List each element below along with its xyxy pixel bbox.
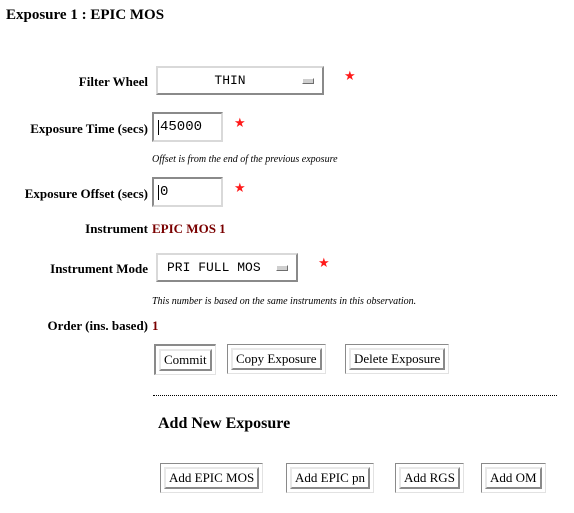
add-epic-mos-button[interactable]: Add EPIC MOS [164, 467, 260, 489]
add-om-button[interactable]: Add OM [485, 467, 542, 489]
copy-exposure-button[interactable]: Copy Exposure [231, 348, 322, 370]
dropdown-indicator-icon [276, 264, 288, 271]
page-title: Exposure 1 : EPIC MOS [6, 7, 165, 23]
filter-wheel-value: THIN [214, 73, 246, 88]
instrument-mode-value: PRI FULL MOS [167, 260, 261, 275]
required-star-icon: ★ [344, 68, 356, 83]
exposure-time-value: 45000 [160, 119, 203, 135]
filter-wheel-select[interactable]: THIN [156, 66, 324, 95]
add-epic-pn-button-frame: Add EPIC pn [286, 463, 375, 493]
instrument-label: Instrument [85, 221, 148, 236]
add-new-exposure-heading: Add New Exposure [158, 415, 291, 432]
exposure-offset-label: Exposure Offset (secs) [24, 186, 148, 201]
exposure-offset-input[interactable]: 0 [152, 177, 223, 207]
text-cursor [158, 119, 159, 135]
section-divider [153, 395, 557, 396]
exposure-offset-value: 0 [160, 184, 169, 200]
delete-exposure-button[interactable]: Delete Exposure [349, 348, 446, 370]
required-star-icon: ★ [234, 180, 246, 195]
filter-wheel-label: Filter Wheel [78, 74, 148, 89]
exposure-time-input[interactable]: 45000 [152, 112, 223, 142]
required-star-icon: ★ [318, 255, 330, 270]
commit-button-frame: Commit [154, 344, 216, 375]
add-rgs-button[interactable]: Add RGS [399, 467, 460, 489]
add-rgs-button-frame: Add RGS [395, 463, 464, 493]
add-epic-pn-button[interactable]: Add EPIC pn [290, 467, 371, 489]
add-epic-mos-button-frame: Add EPIC MOS [160, 463, 264, 493]
delete-exposure-button-frame: Delete Exposure [345, 344, 450, 374]
instrument-value: EPIC MOS 1 [152, 221, 226, 236]
text-cursor [158, 184, 159, 200]
dropdown-indicator-icon [302, 77, 314, 84]
order-note: This number is based on the same instrum… [152, 296, 417, 307]
required-star-icon: ★ [234, 115, 246, 130]
add-om-button-frame: Add OM [481, 463, 546, 493]
commit-button[interactable]: Commit [159, 349, 212, 371]
instrument-mode-select[interactable]: PRI FULL MOS [156, 253, 298, 282]
order-value: 1 [152, 318, 159, 333]
instrument-mode-label: Instrument Mode [50, 261, 148, 276]
exposure-time-label: Exposure Time (secs) [30, 121, 148, 136]
copy-exposure-button-frame: Copy Exposure [227, 344, 326, 374]
order-label: Order (ins. based) [47, 318, 148, 333]
offset-note: Offset is from the end of the previous e… [152, 154, 338, 165]
